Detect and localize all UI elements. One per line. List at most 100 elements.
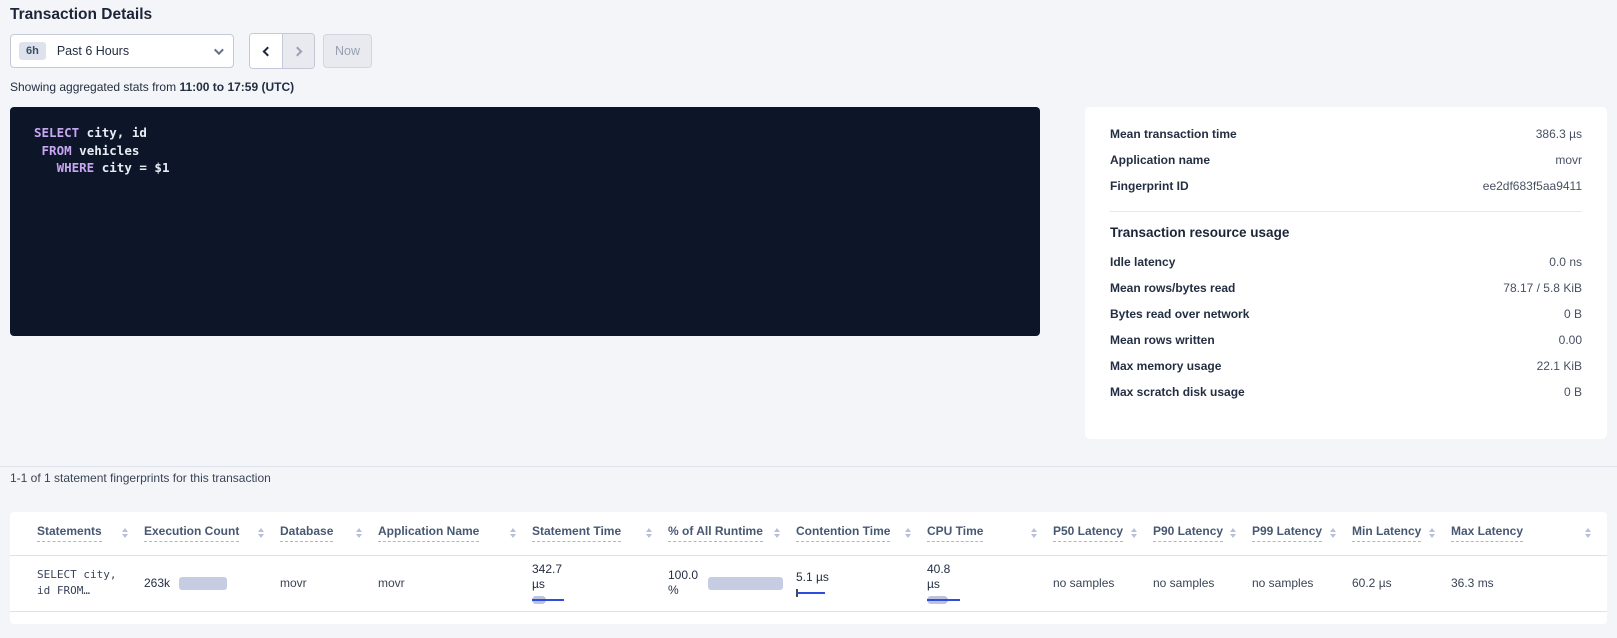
summary-label: Fingerprint ID	[1110, 179, 1189, 193]
chevron-down-icon	[214, 45, 224, 55]
sort-icon[interactable]	[510, 528, 516, 538]
section-divider	[0, 466, 1617, 467]
time-range-badge: 6h	[19, 42, 46, 60]
column-header-max-latency[interactable]: Max Latency	[1451, 512, 1607, 555]
summary-divider	[1110, 211, 1582, 212]
resource-value: 0.00	[1559, 333, 1582, 347]
execution-count-cell: 263k	[144, 555, 280, 611]
next-time-button[interactable]	[282, 34, 314, 68]
sql-text: city = $1	[94, 160, 169, 175]
execution-count-bar	[179, 577, 227, 590]
p99-latency-cell: no samples	[1252, 555, 1352, 611]
sort-icon[interactable]	[1330, 528, 1336, 538]
table-row: SELECT city,id FROM… 263k movr movr 342.…	[10, 555, 1607, 611]
sql-keyword: FROM	[34, 143, 72, 158]
sql-line: FROM vehicles	[34, 142, 1016, 160]
column-header-p99-latency[interactable]: P99 Latency	[1252, 512, 1352, 555]
sort-icon[interactable]	[1031, 528, 1037, 538]
column-header-statements[interactable]: Statements	[10, 512, 144, 555]
resource-value: 0.0 ns	[1549, 255, 1582, 269]
resource-row: Max scratch disk usage 0 B	[1110, 379, 1582, 405]
sort-icon[interactable]	[1585, 528, 1591, 538]
cpu-time-bar-chart	[927, 596, 977, 604]
statements-table: Statements Execution Count Database Appl…	[10, 512, 1607, 612]
sort-icon[interactable]	[1429, 528, 1435, 538]
max-latency-cell: 36.3 ms	[1451, 555, 1607, 611]
now-button[interactable]: Now	[323, 34, 372, 68]
resource-value: 0 B	[1564, 307, 1582, 321]
sort-icon[interactable]	[258, 528, 264, 538]
sort-icon[interactable]	[774, 528, 780, 538]
statement-time-bar-chart	[532, 596, 582, 604]
cpu-time-value: 40.8	[927, 562, 950, 576]
sql-statement-box: SELECT city, id FROM vehicles WHERE city…	[10, 107, 1040, 336]
min-latency-cell: 60.2 µs	[1352, 555, 1451, 611]
time-controls: 6h Past 6 Hours Now	[10, 33, 372, 69]
summary-value: ee2df683f5aa9411	[1483, 179, 1582, 193]
prev-time-button[interactable]	[250, 34, 282, 68]
column-header-min-latency[interactable]: Min Latency	[1352, 512, 1451, 555]
summary-value: movr	[1555, 153, 1582, 167]
time-range-label: Past 6 Hours	[57, 44, 129, 58]
runtime-pct-cell: 100.0%	[668, 555, 796, 611]
table-header-row: Statements Execution Count Database Appl…	[10, 512, 1607, 555]
transaction-details-page: Transaction Details 6h Past 6 Hours Now …	[0, 0, 1617, 638]
summary-value: 386.3 µs	[1536, 127, 1582, 141]
resource-value: 78.17 / 5.8 KiB	[1503, 281, 1582, 295]
page-title: Transaction Details	[10, 6, 152, 24]
column-header-execution-count[interactable]: Execution Count	[144, 512, 280, 555]
statement-cell[interactable]: SELECT city,id FROM…	[10, 555, 144, 611]
chevron-left-icon	[263, 46, 273, 56]
sort-icon[interactable]	[905, 528, 911, 538]
resource-usage-title: Transaction resource usage	[1110, 225, 1582, 240]
resource-value: 0 B	[1564, 385, 1582, 399]
resource-row: Idle latency 0.0 ns	[1110, 249, 1582, 275]
sort-icon[interactable]	[1131, 528, 1137, 538]
sql-keyword: WHERE	[34, 160, 94, 175]
resource-label: Mean rows written	[1110, 333, 1215, 347]
sql-line: SELECT city, id	[34, 124, 1016, 142]
sort-icon[interactable]	[646, 528, 652, 538]
contention-time-bar-chart	[796, 589, 846, 597]
summary-label: Application name	[1110, 153, 1210, 167]
sort-icon[interactable]	[1230, 528, 1236, 538]
column-header-p50-latency[interactable]: P50 Latency	[1053, 512, 1153, 555]
column-header-p90-latency[interactable]: P90 Latency	[1153, 512, 1252, 555]
summary-label: Mean transaction time	[1110, 127, 1237, 141]
contention-time-value: 5.1 µs	[796, 570, 829, 584]
resource-label: Mean rows/bytes read	[1110, 281, 1235, 295]
column-header-statement-time[interactable]: Statement Time	[532, 512, 668, 555]
aggregated-stats-line: Showing aggregated stats from 11:00 to 1…	[10, 80, 294, 94]
resource-row: Mean rows/bytes read 78.17 / 5.8 KiB	[1110, 275, 1582, 301]
statement-time-cell: 342.7µs	[532, 555, 668, 611]
summary-row: Fingerprint ID ee2df683f5aa9411	[1110, 173, 1582, 199]
column-header-database[interactable]: Database	[280, 512, 378, 555]
statement-link[interactable]: SELECT city,id FROM…	[37, 567, 144, 599]
p50-latency-cell: no samples	[1053, 555, 1153, 611]
resource-label: Max memory usage	[1110, 359, 1221, 373]
time-range-dropdown[interactable]: 6h Past 6 Hours	[10, 34, 234, 68]
application-name-cell: movr	[378, 555, 532, 611]
database-cell: movr	[280, 555, 378, 611]
column-header-application-name[interactable]: Application Name	[378, 512, 532, 555]
column-header-runtime-pct[interactable]: % of All Runtime	[668, 512, 796, 555]
sort-icon[interactable]	[356, 528, 362, 538]
cpu-time-cell: 40.8µs	[927, 555, 1053, 611]
column-header-cpu-time[interactable]: CPU Time	[927, 512, 1053, 555]
sql-keyword: SELECT	[34, 125, 79, 140]
statements-table-card: Statements Execution Count Database Appl…	[10, 512, 1607, 624]
resource-label: Bytes read over network	[1110, 307, 1249, 321]
column-header-contention-time[interactable]: Contention Time	[796, 512, 927, 555]
sql-text: vehicles	[72, 143, 140, 158]
time-step-group	[249, 33, 315, 69]
resource-row: Bytes read over network 0 B	[1110, 301, 1582, 327]
chevron-right-icon	[292, 46, 302, 56]
resource-label: Idle latency	[1110, 255, 1175, 269]
runtime-pct-bar	[708, 577, 783, 590]
statements-table-caption: 1-1 of 1 statement fingerprints for this…	[10, 471, 271, 485]
sort-icon[interactable]	[122, 528, 128, 538]
resource-value: 22.1 KiB	[1537, 359, 1582, 373]
resource-label: Max scratch disk usage	[1110, 385, 1245, 399]
cpu-time-unit: µs	[927, 577, 940, 591]
statement-time-value: 342.7	[532, 562, 562, 576]
